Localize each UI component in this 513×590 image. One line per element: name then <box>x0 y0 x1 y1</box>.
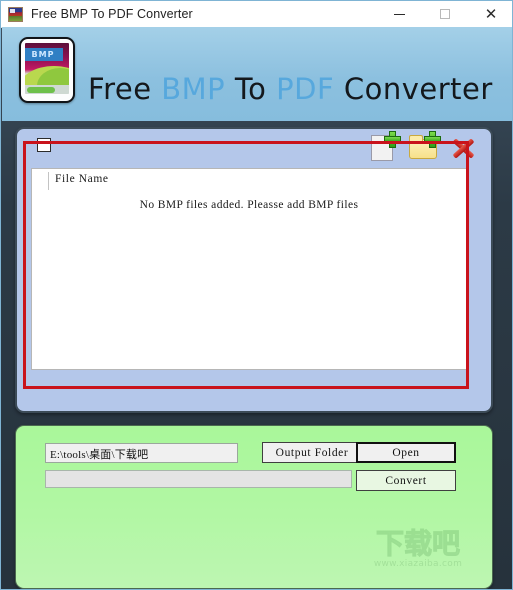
watermark-text: 下载吧 <box>375 527 460 560</box>
file-list-header: File Name <box>32 169 466 193</box>
minimize-button[interactable] <box>376 1 422 27</box>
conversion-progress-bar <box>45 470 352 488</box>
brand-word-free: Free <box>88 72 162 106</box>
plus-icon <box>384 131 401 148</box>
output-folder-button[interactable]: Output Folder <box>262 442 362 463</box>
close-icon: ✕ <box>484 4 498 23</box>
brand-word-to: To <box>225 72 277 106</box>
brand-title: Free BMP To PDF Converter <box>88 72 493 106</box>
app-icon <box>8 6 23 22</box>
open-button[interactable]: Open <box>356 442 456 463</box>
add-files-button[interactable] <box>367 131 401 164</box>
select-all-checkbox[interactable] <box>37 138 51 152</box>
site-watermark: 下载吧 www.xiazaiba.com <box>358 527 478 576</box>
empty-state-message: No BMP files added. Pleasse add BMP file… <box>139 199 359 211</box>
brand-word-pdf: PDF <box>276 72 335 106</box>
header-banner: BMP Free BMP To PDF Converter <box>2 27 512 121</box>
file-list[interactable]: File Name No BMP files added. Pleasse ad… <box>31 168 467 370</box>
remove-files-button[interactable] <box>447 132 481 164</box>
maximize-button[interactable] <box>422 1 468 27</box>
convert-button[interactable]: Convert <box>356 470 456 491</box>
watermark-url: www.xiazaiba.com <box>373 559 463 569</box>
app-logo: BMP <box>19 37 75 103</box>
logo-artwork: BMP <box>25 43 69 94</box>
file-list-panel: File Name No BMP files added. Pleasse ad… <box>15 127 493 413</box>
red-x-icon <box>449 134 477 162</box>
add-folder-button[interactable] <box>407 131 441 164</box>
file-toolbar <box>367 131 481 165</box>
minimize-icon <box>393 13 405 15</box>
window-title: Free BMP To PDF Converter <box>31 7 193 21</box>
maximize-icon <box>440 9 450 19</box>
title-bar: Free BMP To PDF Converter ✕ <box>1 1 512 28</box>
window-controls: ✕ <box>376 1 512 27</box>
brand-word-converter: Converter <box>334 72 493 106</box>
app-window: Free BMP To PDF Converter ✕ BMP Free BMP <box>0 0 513 590</box>
brand-word-bmp: BMP <box>161 72 226 106</box>
logo-format-badge: BMP <box>25 48 63 61</box>
plus-icon <box>424 131 441 148</box>
output-path-input[interactable]: E:\tools\桌面\下载吧 <box>45 443 238 463</box>
output-panel: E:\tools\桌面\下载吧 Output Folder Open Conve… <box>15 425 493 589</box>
close-button[interactable]: ✕ <box>468 1 512 27</box>
column-header-file-name: File Name <box>55 173 109 185</box>
logo-grass <box>27 87 55 93</box>
column-divider <box>48 172 49 190</box>
